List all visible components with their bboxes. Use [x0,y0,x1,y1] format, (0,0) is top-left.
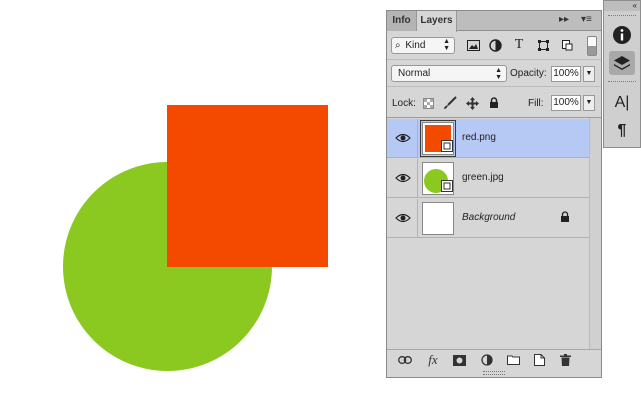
visibility-eye-icon[interactable] [395,132,411,144]
panel-menu-icon[interactable]: ▾≡ [581,14,592,25]
shape-filter-icon[interactable] [535,37,551,53]
new-layer-icon[interactable] [531,352,547,368]
character-panel-button[interactable]: A| [609,91,635,115]
adjustment-filter-icon[interactable] [487,37,503,53]
layer-lock-icon [560,211,570,226]
smart-object-badge-icon [441,140,453,152]
blend-mode-select[interactable]: Normal ▲ ▼ [391,65,507,82]
fill-slider-toggle[interactable]: ▼ [583,95,595,111]
lock-transparency-icon[interactable] [421,96,435,110]
layer-row-red[interactable]: red.png [387,119,601,158]
layer-row-green[interactable]: green.jpg [387,159,601,198]
adjustment-layer-icon[interactable] [479,352,495,368]
dock-collapse-button[interactable]: « [604,1,640,11]
layer-name[interactable]: green.jpg [462,172,504,183]
opacity-label: Opacity: [510,68,547,79]
info-panel-button[interactable] [609,23,635,47]
smart-object-badge-icon [441,180,453,192]
visibility-eye-icon[interactable] [395,172,411,184]
fill-label: Fill: [528,98,544,109]
paragraph-panel-button[interactable]: ¶ [609,119,635,143]
select-arrows-icon: ▲ ▼ [443,38,450,52]
search-icon: ⌕ [395,40,401,51]
layers-panel-button[interactable] [609,51,635,75]
trash-icon[interactable] [557,352,573,368]
lock-position-move-icon[interactable] [465,96,479,110]
layer-name[interactable]: red.png [462,132,496,143]
fill-input[interactable]: 100% [551,95,581,111]
link-layers-icon[interactable] [397,352,413,368]
red-square-shape[interactable] [167,105,328,267]
layers-panel: Info Layers ▸▸ ▾≡ ⌕ Kind ▲ ▼ T Normal ▲ ▼ [386,10,602,378]
opacity-input[interactable]: 100% [551,66,581,82]
layer-thumbnail[interactable] [422,202,454,235]
blend-mode-value: Normal [398,68,431,79]
layer-name[interactable]: Background [462,212,515,223]
collapse-panel-icon[interactable]: ▸▸ [559,14,569,25]
filter-toggle-switch[interactable] [587,36,597,56]
layers-scrollbar[interactable] [589,118,601,349]
tab-info[interactable]: Info [387,11,417,31]
panel-tab-bar: Info Layers ▸▸ ▾≡ [387,11,601,32]
add-mask-icon[interactable] [451,352,467,368]
lock-label: Lock: [392,98,416,109]
layers-icon [614,56,630,70]
opacity-slider-toggle[interactable]: ▼ [583,66,595,82]
info-icon [613,26,631,44]
panel-dock: « A| ¶ [603,0,641,148]
select-arrows-icon: ▲ ▼ [495,67,502,81]
kind-filter-label: Kind [405,40,426,51]
lock-row: Lock: Fill: 100% ▼ [387,88,601,118]
tab-layers[interactable]: Layers [417,11,457,32]
layer-filter-row: ⌕ Kind ▲ ▼ T [387,32,601,60]
visibility-eye-icon[interactable] [395,212,411,224]
lock-pixels-brush-icon[interactable] [443,96,457,110]
blend-mode-row: Normal ▲ ▼ Opacity: 100% ▼ [387,61,601,87]
lock-all-icon[interactable] [487,96,501,110]
document-canvas[interactable] [0,0,385,401]
smart-object-filter-icon[interactable] [559,37,575,53]
layer-row-background[interactable]: Background [387,199,601,238]
kind-filter-select[interactable]: ⌕ Kind ▲ ▼ [391,37,455,54]
new-group-icon[interactable] [505,352,521,368]
layers-footer-toolbar: fx [387,349,601,369]
type-filter-icon[interactable]: T [511,37,527,53]
image-filter-icon[interactable] [465,37,481,53]
fx-icon[interactable]: fx [425,352,441,368]
panel-resize-grip[interactable] [483,371,505,375]
